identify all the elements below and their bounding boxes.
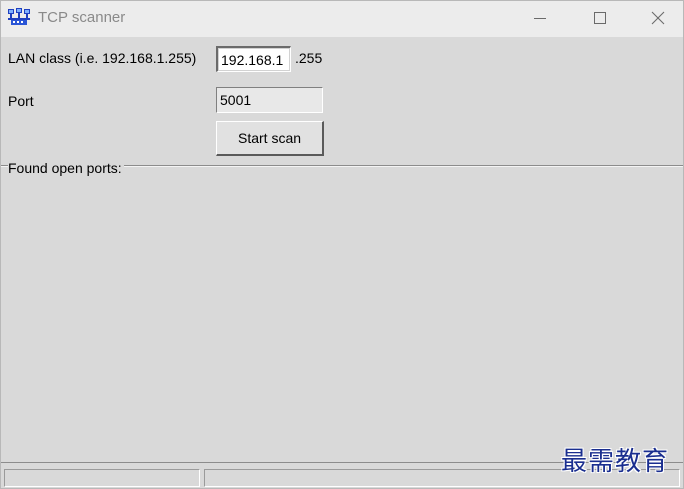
window-title: TCP scanner xyxy=(38,9,126,26)
maximize-button[interactable] xyxy=(572,1,628,35)
lan-suffix-label: .255 xyxy=(295,50,323,66)
lan-class-input[interactable] xyxy=(216,46,291,72)
port-input[interactable] xyxy=(216,87,323,113)
minimize-button[interactable] xyxy=(512,1,568,35)
watermark-text: 最需教育 xyxy=(561,447,670,477)
close-icon xyxy=(651,11,665,25)
close-button[interactable] xyxy=(632,1,684,35)
minimize-icon xyxy=(534,18,546,19)
network-icon xyxy=(8,8,30,25)
found-open-ports-label: Found open ports: xyxy=(8,160,124,176)
open-ports-list[interactable] xyxy=(1,179,683,461)
maximize-icon xyxy=(594,12,606,24)
lan-class-label: LAN class (i.e. 192.168.1.255) xyxy=(8,50,197,66)
app-window: TCP scanner LAN class (i.e. 192.168.1.25… xyxy=(0,0,684,489)
status-pane-left xyxy=(4,469,200,487)
port-label: Port xyxy=(8,93,34,109)
start-scan-button[interactable]: Start scan xyxy=(216,121,324,156)
title-bar[interactable]: TCP scanner xyxy=(1,1,683,37)
